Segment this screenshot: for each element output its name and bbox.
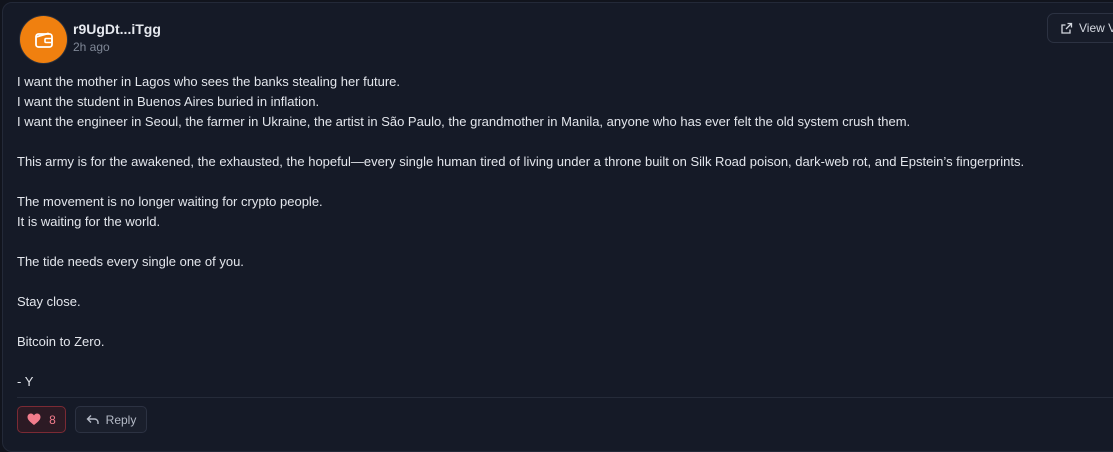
- post-gap: [17, 172, 1107, 192]
- post-line: I want the mother in Lagos who sees the …: [17, 74, 401, 89]
- like-button[interactable]: 8: [17, 406, 66, 433]
- reply-button[interactable]: Reply: [75, 406, 147, 433]
- reply-arrow-icon: [86, 415, 99, 424]
- post-line: The movement is no longer waiting for cr…: [17, 194, 323, 209]
- post-line: - Y: [17, 374, 34, 389]
- post-timestamp: 2h ago: [73, 40, 110, 54]
- post-line: I want the engineer in Seoul, the farmer…: [17, 114, 911, 129]
- view-button[interactable]: View V: [1047, 13, 1113, 43]
- avatar[interactable]: [20, 16, 67, 63]
- post-gap: [17, 312, 1107, 332]
- post-line: It is waiting for the world.: [17, 214, 161, 229]
- post-body: I want the mother in Lagos who sees the …: [17, 72, 1107, 392]
- author-name[interactable]: r9UgDt...iTgg: [73, 21, 161, 37]
- post-gap: [17, 352, 1107, 372]
- post-gap: [17, 232, 1107, 252]
- post-line: Stay close.: [17, 294, 81, 309]
- heart-icon: [27, 413, 41, 425]
- reply-label: Reply: [105, 412, 137, 427]
- post-line: Bitcoin to Zero.: [17, 334, 105, 349]
- footer-divider: [17, 397, 1113, 398]
- post-gap: [17, 132, 1107, 152]
- post-gap: [17, 272, 1107, 292]
- view-button-label: View V: [1079, 21, 1113, 35]
- post-line: This army is for the awakened, the exhau…: [17, 154, 1025, 169]
- post-line: I want the student in Buenos Aires burie…: [17, 94, 320, 109]
- wallet-icon: [34, 32, 53, 48]
- post-line: The tide needs every single one of you.: [17, 254, 244, 269]
- like-count: 8: [49, 412, 56, 427]
- external-link-icon: [1061, 22, 1073, 34]
